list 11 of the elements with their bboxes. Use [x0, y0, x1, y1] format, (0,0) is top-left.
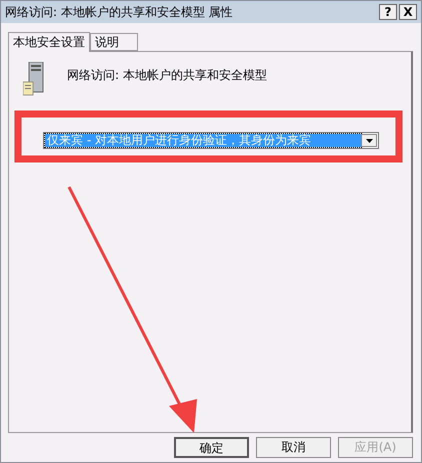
dialog-button[interactable]: 确定 — [174, 437, 249, 458]
dialog-button[interactable]: 取消 — [256, 437, 331, 458]
dropdown-button[interactable] — [361, 134, 377, 147]
window-title: 网络访问: 本地帐户的共享和安全模型 属性 — [5, 4, 234, 20]
help-button[interactable]: ? — [379, 4, 397, 20]
server-icon — [23, 62, 45, 96]
tab[interactable]: 本地安全设置 — [8, 32, 90, 52]
close-button[interactable]: X — [399, 4, 417, 20]
tab[interactable]: 说明 — [90, 33, 138, 51]
policy-name: 网络访问: 本地帐户的共享和安全模型 — [67, 67, 267, 84]
caret-icon — [366, 138, 372, 142]
